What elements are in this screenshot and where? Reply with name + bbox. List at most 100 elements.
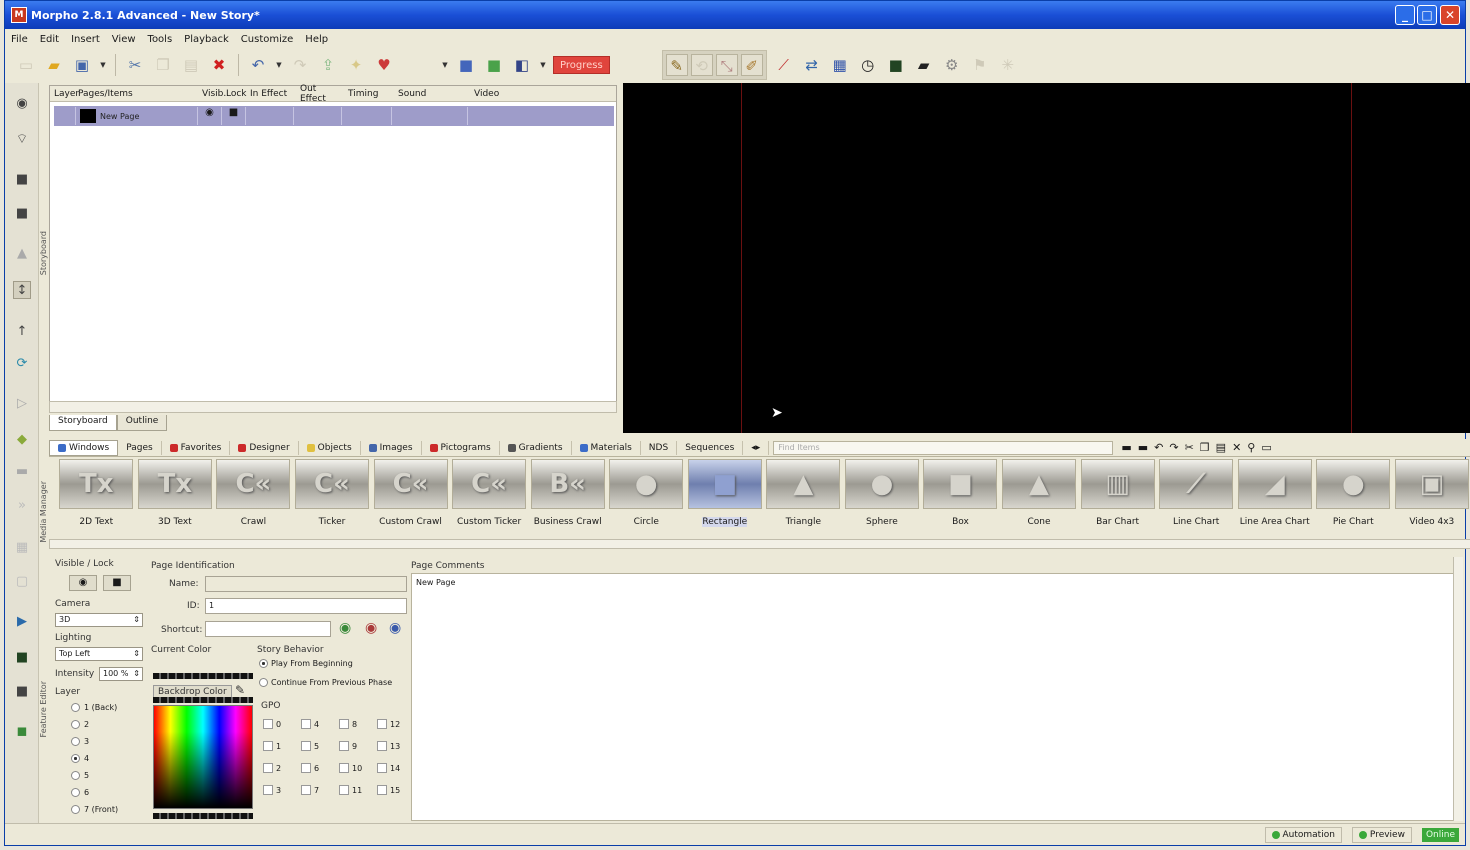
col-sound[interactable]: Sound: [394, 89, 470, 99]
row-out-effect-cell[interactable]: [294, 107, 342, 125]
hide-icon[interactable]: ⌔: [13, 131, 31, 149]
render-dropdown-icon[interactable]: ▼: [539, 61, 547, 69]
pointer-tool-icon[interactable]: ✎: [665, 54, 688, 76]
tag-icon[interactable]: ◆: [13, 431, 31, 449]
shortcut-add-icon[interactable]: ◉: [339, 620, 351, 636]
square-icon[interactable]: ▢: [13, 573, 31, 591]
pin-icon[interactable]: ⚑: [969, 54, 991, 76]
preview-icon[interactable]: ▶: [13, 613, 31, 631]
object-tile[interactable]: ▥ Bar Chart: [1078, 459, 1157, 537]
eye-icon[interactable]: ◉: [13, 95, 31, 113]
view-dropdown-icon[interactable]: ▼: [441, 61, 449, 69]
row-visible-eye-icon[interactable]: ◉: [198, 107, 222, 125]
gpo-checkbox[interactable]: [377, 785, 387, 795]
col-video[interactable]: Video: [470, 89, 530, 99]
tab-pictograms[interactable]: Pictograms: [422, 440, 500, 455]
lock-small-icon[interactable]: ■: [13, 683, 31, 701]
gpo-checkbox[interactable]: [263, 785, 273, 795]
save-icon[interactable]: ▣: [71, 54, 93, 76]
page-comments-textarea[interactable]: New Page: [411, 573, 1457, 821]
object-tile[interactable]: Tx 3D Text: [136, 459, 215, 537]
film-icon[interactable]: ■: [885, 54, 907, 76]
shortcut-field[interactable]: [205, 621, 331, 637]
gpo-checkbox-item[interactable]: 12: [377, 719, 400, 729]
layer-radio[interactable]: [71, 720, 80, 729]
row-in-effect-cell[interactable]: [246, 107, 294, 125]
undo-small-icon[interactable]: ↶: [1154, 441, 1163, 454]
paste-small-icon[interactable]: ▤: [1216, 441, 1226, 454]
copy-small-icon[interactable]: ❐: [1200, 441, 1210, 454]
tab-favorites[interactable]: Favorites: [162, 440, 231, 455]
gpo-checkbox-item[interactable]: 5: [301, 741, 319, 751]
col-in-effect[interactable]: In Effect: [246, 89, 296, 99]
play-from-beginning-radio[interactable]: [259, 659, 268, 668]
grid-icon[interactable]: ■: [483, 54, 505, 76]
layer-radio-selected[interactable]: [71, 754, 80, 763]
comments-vscrollbar[interactable]: [1453, 557, 1463, 821]
col-layer[interactable]: Layer: [50, 89, 79, 99]
object-tile[interactable]: ● Circle: [607, 459, 686, 537]
tab-objects[interactable]: Objects: [299, 440, 361, 455]
object-tile[interactable]: B« Business Crawl: [528, 459, 607, 537]
find-items-input[interactable]: Find Items: [773, 440, 1114, 455]
search-icon[interactable]: ⚲: [1247, 441, 1255, 454]
gpo-checkbox-item[interactable]: 3: [263, 785, 281, 795]
continue-option[interactable]: Continue From Previous Phase: [259, 678, 392, 687]
layer-radio[interactable]: [71, 805, 80, 814]
monitor-icon[interactable]: ■: [13, 649, 31, 667]
gpo-checkbox-item[interactable]: 2: [263, 763, 281, 773]
play-icon[interactable]: ▷: [13, 395, 31, 413]
intensity-spinner[interactable]: 100 %: [99, 667, 143, 681]
layer-radio[interactable]: [71, 703, 80, 712]
menu-customize[interactable]: Customize: [241, 34, 294, 45]
menu-insert[interactable]: Insert: [71, 34, 100, 45]
continue-radio[interactable]: [259, 678, 268, 687]
disk-icon[interactable]: ▬: [13, 463, 31, 481]
object-tile[interactable]: ▣ Video 4x3: [1393, 459, 1470, 537]
undo-dropdown-icon[interactable]: ▼: [275, 61, 283, 69]
gpo-checkbox-item[interactable]: 11: [339, 785, 362, 795]
col-timing[interactable]: Timing: [344, 89, 394, 99]
layer-option[interactable]: 3: [71, 737, 89, 746]
gpo-checkbox-item[interactable]: 13: [377, 741, 400, 751]
col-pages-items[interactable]: Pages/Items: [74, 89, 198, 99]
arrow-up-icon[interactable]: ↑: [13, 323, 31, 341]
gpo-checkbox[interactable]: [377, 763, 387, 773]
view-mode-icon[interactable]: ■: [455, 54, 477, 76]
brush-icon[interactable]: ⟋: [773, 54, 795, 76]
loop-icon[interactable]: ⟳: [13, 355, 31, 373]
redo-small-icon[interactable]: ↷: [1169, 441, 1178, 454]
gpo-checkbox-item[interactable]: 7: [301, 785, 319, 795]
gpo-checkbox[interactable]: [301, 719, 311, 729]
menu-tools[interactable]: Tools: [148, 34, 173, 45]
lock-toggle-icon[interactable]: ■: [103, 575, 131, 591]
object-tile[interactable]: ▲ Cone: [1000, 459, 1079, 537]
gpo-checkbox-item[interactable]: 15: [377, 785, 400, 795]
gpo-checkbox[interactable]: [377, 741, 387, 751]
object-tile[interactable]: C« Ticker: [293, 459, 372, 537]
shortcut-edit-icon[interactable]: ◉: [389, 620, 401, 636]
color-swatch-strip[interactable]: [153, 813, 253, 819]
lock-icon[interactable]: ■: [13, 171, 31, 189]
tab-images[interactable]: Images: [361, 440, 422, 455]
tab-pages[interactable]: Pages: [118, 440, 162, 455]
tab-gradients[interactable]: Gradients: [500, 440, 572, 455]
color-swatch-strip[interactable]: [153, 673, 253, 679]
play-from-beginning-option[interactable]: Play From Beginning: [259, 659, 353, 668]
gpo-checkbox[interactable]: [263, 741, 273, 751]
gpo-checkbox-item[interactable]: 1: [263, 741, 281, 751]
name-field[interactable]: [205, 576, 407, 592]
gpo-checkbox[interactable]: [301, 741, 311, 751]
layer-radio[interactable]: [71, 737, 80, 746]
close-button[interactable]: ✕: [1440, 5, 1460, 25]
gpo-checkbox[interactable]: [301, 763, 311, 773]
minimize-button[interactable]: _: [1395, 5, 1415, 25]
menu-help[interactable]: Help: [305, 34, 328, 45]
delete-icon[interactable]: ✖: [208, 54, 230, 76]
row-page-cell[interactable]: New Page: [76, 107, 198, 125]
clock-icon[interactable]: ◷: [857, 54, 879, 76]
storyboard-row[interactable]: New Page ◉ ■: [54, 106, 614, 126]
scale-tool-icon[interactable]: ⤡: [715, 54, 738, 76]
gallery-hscrollbar[interactable]: [49, 539, 1470, 549]
clapper-icon[interactable]: ▰: [913, 54, 935, 76]
